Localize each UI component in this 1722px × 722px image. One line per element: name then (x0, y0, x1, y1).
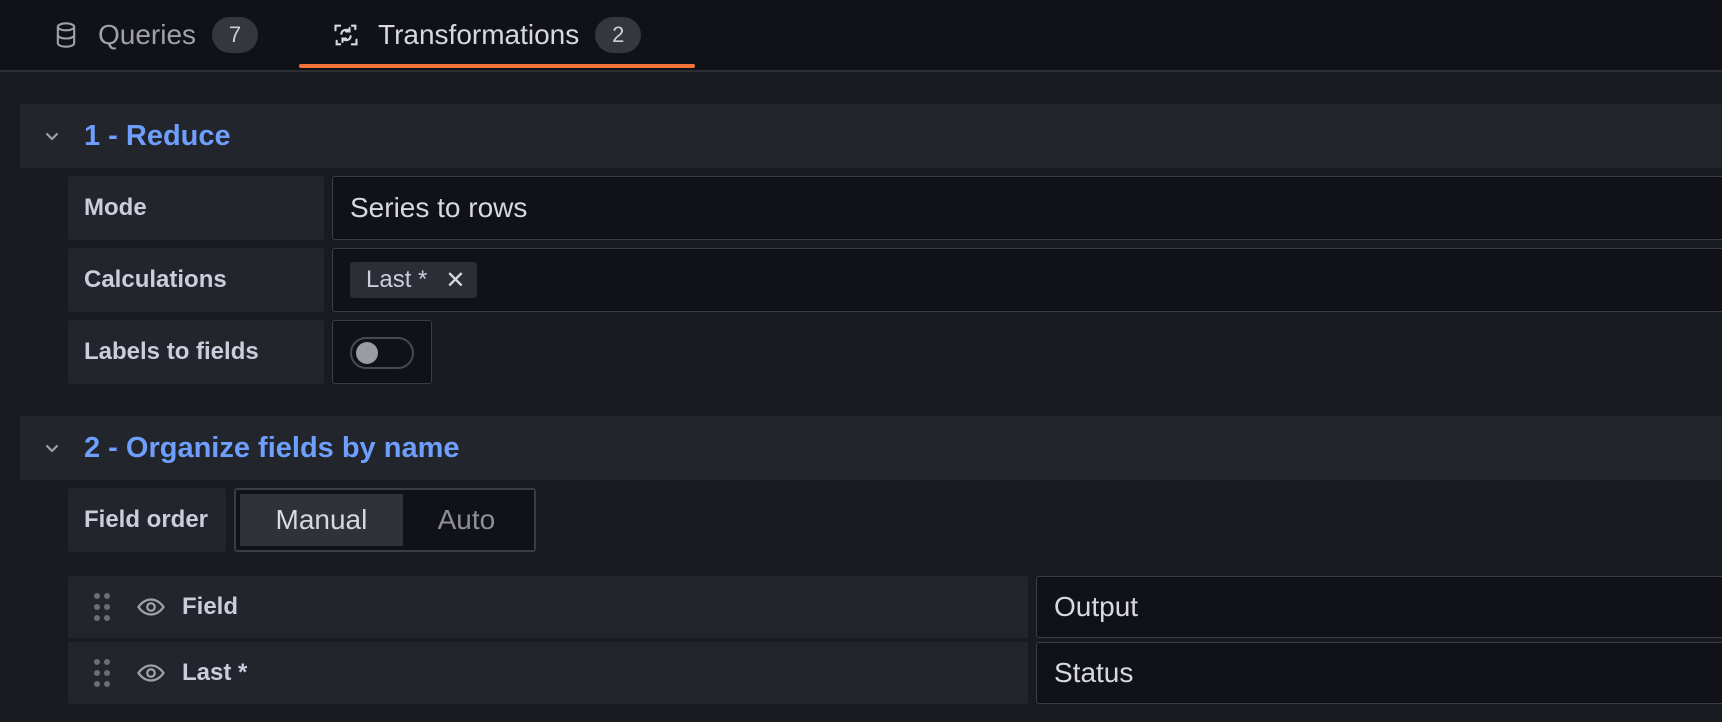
eye-icon[interactable] (136, 592, 166, 622)
tab-transformations-count: 2 (595, 17, 642, 53)
rename-value: Output (1054, 591, 1139, 622)
field-name: Field (182, 593, 239, 620)
field-order-label: Field order (68, 488, 226, 552)
transform-1-header[interactable]: 1 - Reduce (20, 104, 1722, 168)
mode-select[interactable]: Series to rows (332, 176, 1722, 240)
tab-queries-count: 7 (212, 17, 259, 53)
organize-field-row: Field (68, 576, 1028, 638)
field-order-radio-group: Manual Auto (234, 488, 536, 552)
rename-input[interactable]: Status (1036, 642, 1722, 704)
organize-field-row: Last * (68, 642, 1028, 704)
drag-handle-icon[interactable] (92, 592, 112, 622)
database-icon (52, 21, 80, 49)
chevron-down-icon[interactable] (40, 436, 64, 460)
mode-label: Mode (68, 176, 324, 240)
active-tab-indicator (299, 64, 695, 68)
field-order-manual[interactable]: Manual (240, 494, 403, 546)
field-name: Last * (182, 659, 248, 686)
field-order-auto[interactable]: Auto (403, 494, 530, 546)
tab-queries-label: Queries (98, 19, 197, 50)
labels-to-fields-toggle[interactable] (350, 337, 414, 369)
toggle-knob (356, 342, 378, 364)
tab-transformations[interactable]: Transformations 2 (332, 0, 642, 70)
tab-bar: Queries 7 Transformations 2 (0, 0, 1722, 72)
chevron-down-icon[interactable] (40, 124, 64, 148)
transform-icon (332, 21, 360, 49)
tab-queries[interactable]: Queries 7 (52, 0, 259, 70)
calculation-chip-label: Last * (366, 266, 428, 293)
tab-transformations-label: Transformations (378, 19, 580, 50)
eye-icon[interactable] (136, 658, 166, 688)
labels-to-fields-label: Labels to fields (68, 320, 324, 384)
transform-2-title: 2 - Organize fields by name (84, 431, 460, 464)
close-icon[interactable]: ✕ (445, 266, 465, 295)
rename-value: Status (1054, 657, 1134, 688)
calculation-chip: Last * ✕ (350, 262, 478, 298)
calculations-label: Calculations (68, 248, 324, 312)
rename-input[interactable]: Output (1036, 576, 1722, 638)
transform-2-header[interactable]: 2 - Organize fields by name (20, 416, 1722, 480)
drag-handle-icon[interactable] (92, 658, 112, 688)
calculations-multiselect[interactable]: Last * ✕ (332, 248, 1722, 312)
transform-1-title: 1 - Reduce (84, 119, 231, 152)
mode-value: Series to rows (350, 192, 528, 223)
